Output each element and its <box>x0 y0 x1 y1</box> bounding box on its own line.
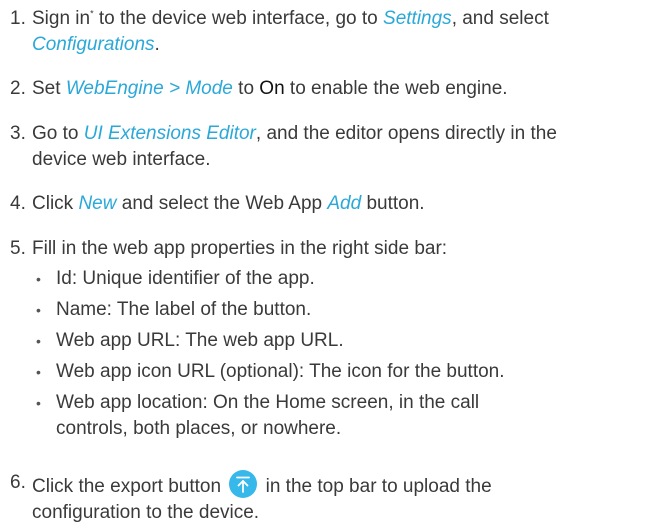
step-number: 3. <box>10 123 26 144</box>
step-number: 1. <box>10 8 26 29</box>
step-number: 2. <box>10 78 26 99</box>
step-number: 5. <box>10 238 26 259</box>
bullet-marker: • <box>36 333 41 349</box>
list-item: • Web app icon URL (optional): The icon … <box>36 359 640 390</box>
ui-extensions-editor-link[interactable]: UI Extensions Editor <box>84 123 256 144</box>
settings-link[interactable]: Settings <box>383 8 452 29</box>
configurations-link[interactable]: Configurations <box>32 34 155 55</box>
list-item: • Web app location: On the Home screen, … <box>36 392 480 439</box>
bullet-marker: • <box>36 364 41 380</box>
list-item: • Web app URL: The web app URL. <box>36 328 640 359</box>
step-text: Set WebEngine > Mode to On to enable the… <box>32 78 508 99</box>
export-upload-icon <box>229 470 258 498</box>
step-text: Sign in* to the device web interface, go… <box>32 8 549 55</box>
property-list: • Id: Unique identifier of the app. • Na… <box>0 266 640 442</box>
webengine-mode-link[interactable]: WebEngine > Mode <box>66 78 233 99</box>
add-link[interactable]: Add <box>327 193 361 214</box>
step-text: Go to UI Extensions Editor, and the edit… <box>32 123 557 170</box>
step-text: Fill in the web app properties in the ri… <box>32 238 448 259</box>
bullet-marker: • <box>36 271 41 287</box>
instructions-document: 1. Sign in* to the device web interface,… <box>0 0 653 528</box>
step-text: Click New and select the Web App Add but… <box>32 193 425 214</box>
step-5: 5. Fill in the web app properties in the… <box>0 236 640 262</box>
step-1: 1. Sign in* to the device web interface,… <box>0 6 640 58</box>
on-value: On <box>259 78 285 99</box>
new-link[interactable]: New <box>78 193 116 214</box>
step-text: Click the export button in the top bar t… <box>32 470 640 526</box>
step-number: 6. <box>10 472 26 493</box>
step-number: 4. <box>10 193 26 214</box>
list-item: • Id: Unique identifier of the app. <box>36 266 640 297</box>
step-6: 6. Click the export button in the top ba… <box>0 470 640 526</box>
step-3: 3. Go to UI Extensions Editor, and the e… <box>0 121 640 173</box>
list-item: • Name: The label of the button. <box>36 297 640 328</box>
step-4: 4. Click New and select the Web App Add … <box>0 191 640 217</box>
bullet-marker: • <box>36 302 41 318</box>
step-2: 2. Set WebEngine > Mode to On to enable … <box>0 76 640 102</box>
bullet-marker: • <box>36 395 41 411</box>
